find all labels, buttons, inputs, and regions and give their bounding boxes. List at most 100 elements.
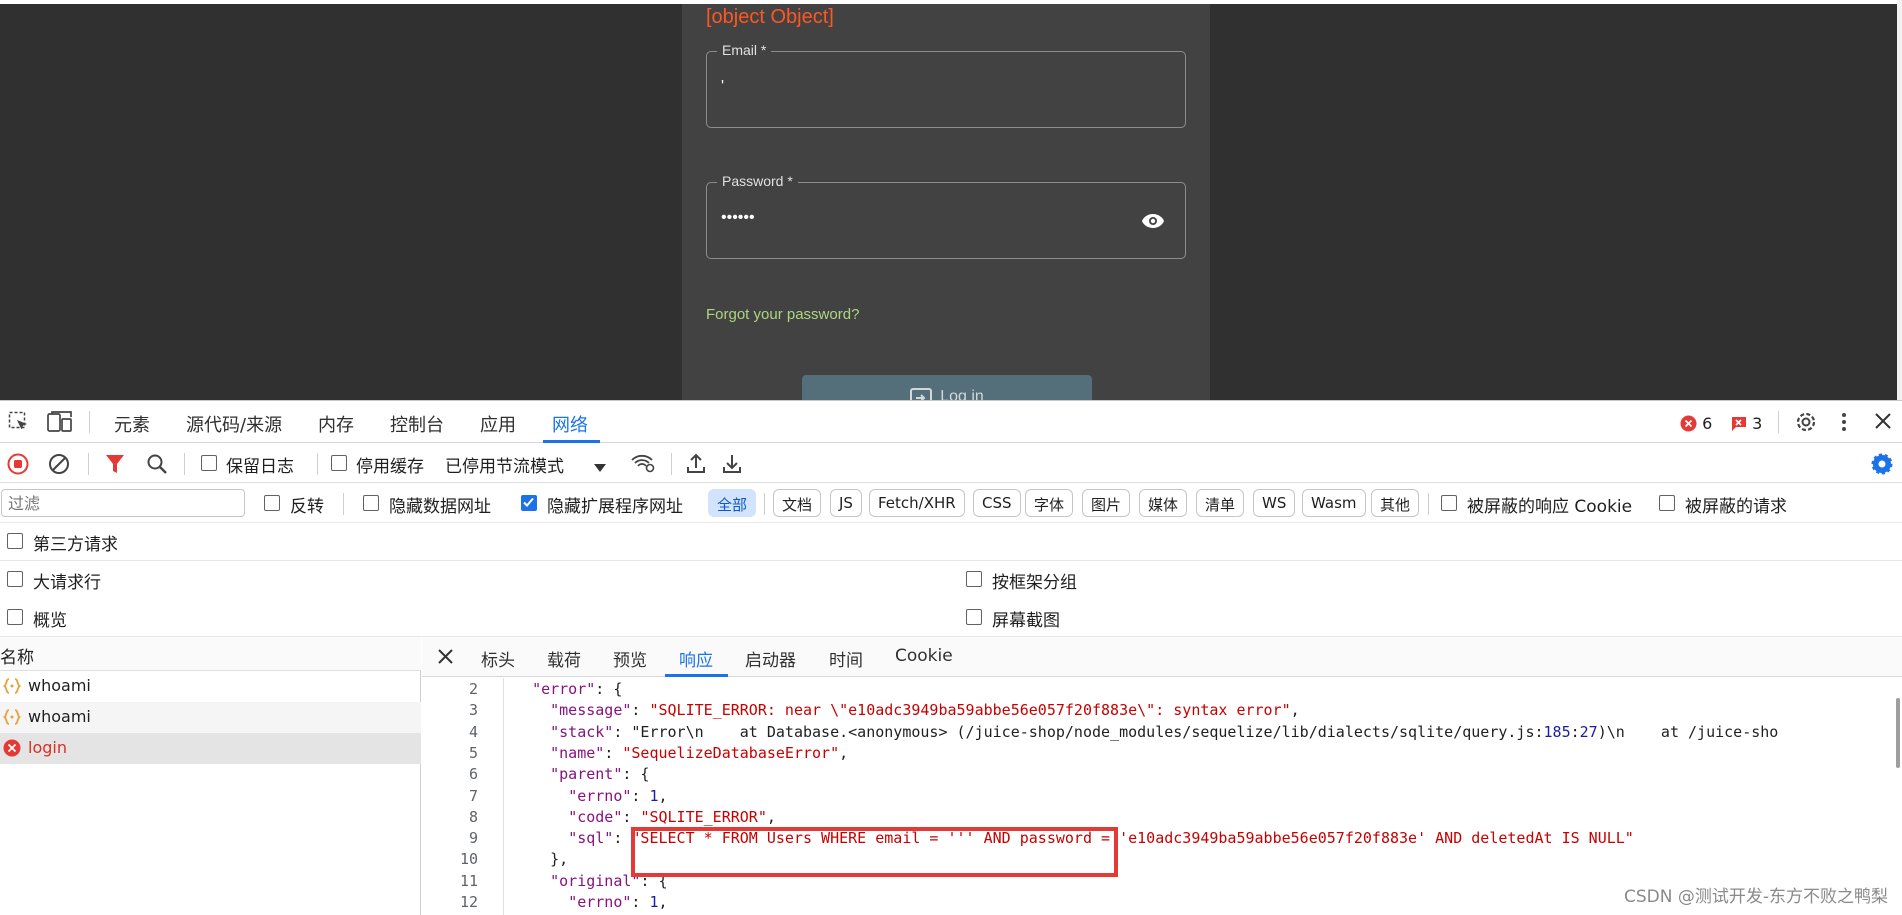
active-detail-tab-indicator bbox=[665, 674, 728, 677]
import-har-icon[interactable] bbox=[686, 452, 706, 478]
tab-initiator[interactable]: 启动器 bbox=[745, 646, 796, 671]
forgot-password-link[interactable]: Forgot your password? bbox=[706, 306, 859, 323]
filter-icon[interactable] bbox=[105, 453, 125, 479]
network-settings-gear-icon[interactable] bbox=[1870, 452, 1894, 480]
login-error-message: [object Object] bbox=[706, 6, 834, 28]
type-chip-doc[interactable]: 文档 bbox=[773, 489, 822, 517]
tab-cookies[interactable]: Cookie bbox=[895, 646, 953, 666]
big-rows-checkbox[interactable] bbox=[7, 571, 23, 587]
type-chip-fetch-xhr[interactable]: Fetch/XHR bbox=[869, 489, 965, 517]
chevron-down-icon[interactable] bbox=[593, 458, 607, 477]
separator bbox=[88, 453, 89, 475]
tab-console[interactable]: 控制台 bbox=[390, 411, 444, 437]
options-row-1: 大请求行 按框架分组 bbox=[0, 561, 1902, 599]
type-chip-css[interactable]: CSS bbox=[973, 489, 1021, 517]
disable-cache-checkbox[interactable] bbox=[331, 455, 347, 471]
throttling-select[interactable]: 已停用节流模式 bbox=[445, 452, 564, 477]
request-row[interactable]: whoami bbox=[0, 671, 421, 702]
type-chip-all[interactable]: 全部 bbox=[708, 489, 757, 517]
blocked-requests-checkbox[interactable] bbox=[1659, 495, 1675, 511]
tab-response[interactable]: 响应 bbox=[679, 646, 713, 671]
code-line: "name": "SequelizeDatabaseError", bbox=[550, 743, 849, 762]
export-har-icon[interactable] bbox=[722, 452, 742, 478]
xhr-icon bbox=[3, 677, 21, 699]
request-row-selected[interactable]: login bbox=[0, 733, 421, 764]
stop-recording-icon[interactable] bbox=[7, 453, 29, 479]
type-chip-js[interactable]: JS bbox=[830, 489, 862, 517]
tab-memory[interactable]: 内存 bbox=[318, 411, 354, 437]
tab-preview[interactable]: 预览 bbox=[613, 646, 647, 671]
more-options-icon[interactable] bbox=[1838, 410, 1850, 438]
type-chip-wasm[interactable]: Wasm bbox=[1302, 489, 1366, 517]
show-password-icon[interactable] bbox=[1141, 213, 1165, 233]
overview-checkbox[interactable] bbox=[7, 609, 23, 625]
third-party-checkbox[interactable] bbox=[7, 533, 23, 549]
third-party-label: 第三方请求 bbox=[33, 535, 118, 555]
type-chip-media[interactable]: 媒体 bbox=[1139, 489, 1188, 517]
issue-count-badge[interactable]: 3 bbox=[1730, 414, 1762, 433]
close-detail-icon[interactable] bbox=[437, 648, 454, 669]
invert-label: 反转 bbox=[290, 497, 324, 517]
type-chip-other[interactable]: 其他 bbox=[1371, 489, 1420, 517]
separator bbox=[184, 453, 185, 475]
code-scrollbar[interactable] bbox=[1896, 698, 1900, 768]
options-row-2: 概览 屏幕截图 bbox=[0, 599, 1902, 637]
tab-elements[interactable]: 元素 bbox=[114, 411, 150, 437]
clear-icon[interactable] bbox=[48, 453, 70, 479]
line-number: 11 bbox=[459, 871, 478, 890]
screenshots-checkbox[interactable] bbox=[966, 609, 982, 625]
line-number: 2 bbox=[468, 680, 478, 698]
line-number: 4 bbox=[468, 722, 478, 741]
search-icon[interactable] bbox=[146, 453, 168, 479]
request-name: login bbox=[28, 738, 67, 757]
login-button[interactable]: Log in bbox=[802, 375, 1092, 400]
hide-data-urls-label: 隐藏数据网址 bbox=[389, 497, 491, 517]
blocked-requests-label: 被屏蔽的请求 bbox=[1685, 497, 1787, 517]
invert-checkbox[interactable] bbox=[264, 495, 280, 511]
hide-extension-urls-checkbox[interactable] bbox=[521, 495, 537, 511]
name-column-header[interactable]: 名称 bbox=[0, 643, 34, 668]
tab-application[interactable]: 应用 bbox=[480, 411, 516, 437]
error-count-badge[interactable]: 6 bbox=[1680, 414, 1712, 433]
password-field[interactable]: Password * •••••• bbox=[706, 173, 1186, 259]
tab-headers[interactable]: 标头 bbox=[481, 646, 515, 671]
close-devtools-icon[interactable] bbox=[1874, 412, 1892, 434]
login-icon bbox=[910, 388, 933, 400]
blocked-cookies-checkbox[interactable] bbox=[1441, 495, 1457, 511]
tab-payload[interactable]: 载荷 bbox=[547, 646, 581, 671]
response-viewer[interactable]: 2 3 4 5 6 7 8 9 10 11 12 "error": { "message": "SQ… bbox=[422, 678, 1902, 915]
tab-timing[interactable]: 时间 bbox=[829, 646, 863, 671]
inspect-element-icon[interactable] bbox=[8, 411, 30, 437]
tab-network[interactable]: 网络 bbox=[552, 411, 588, 437]
separator bbox=[317, 453, 318, 475]
network-conditions-icon[interactable] bbox=[630, 452, 656, 478]
type-chip-manifest[interactable]: 清单 bbox=[1196, 489, 1245, 517]
error-icon bbox=[3, 739, 21, 761]
tab-sources[interactable]: 源代码/来源 bbox=[186, 411, 282, 437]
hide-data-urls-checkbox[interactable] bbox=[363, 495, 379, 511]
page-scrollbar[interactable] bbox=[1897, 0, 1902, 400]
separator bbox=[343, 493, 344, 515]
line-number: 7 bbox=[468, 786, 478, 805]
device-toolbar-icon[interactable] bbox=[47, 411, 73, 437]
request-row[interactable]: whoami bbox=[0, 702, 421, 733]
email-field[interactable]: Email * ' bbox=[706, 42, 1186, 128]
devtools-tabbar: 元素 源代码/来源 内存 控制台 应用 网络 6 3 bbox=[0, 401, 1902, 443]
network-toolbar: 保留日志 停用缓存 已停用节流模式 bbox=[0, 443, 1902, 483]
group-by-frame-checkbox[interactable] bbox=[966, 571, 982, 587]
third-party-row: 第三方请求 bbox=[0, 523, 1902, 561]
password-label: Password * bbox=[717, 173, 798, 189]
big-rows-label: 大请求行 bbox=[33, 573, 101, 593]
line-number: 9 bbox=[468, 829, 478, 848]
code-line: "errno": 1, bbox=[568, 893, 668, 911]
type-chip-ws[interactable]: WS bbox=[1253, 489, 1296, 517]
separator bbox=[671, 453, 672, 475]
disable-cache-label: 停用缓存 bbox=[356, 457, 424, 477]
type-chip-img[interactable]: 图片 bbox=[1082, 489, 1131, 517]
line-number: 8 bbox=[468, 807, 478, 826]
preserve-log-checkbox[interactable] bbox=[201, 455, 217, 471]
filter-input[interactable] bbox=[1, 489, 245, 517]
separator bbox=[1778, 411, 1779, 433]
settings-gear-icon[interactable] bbox=[1794, 410, 1818, 438]
type-chip-font[interactable]: 字体 bbox=[1025, 489, 1074, 517]
